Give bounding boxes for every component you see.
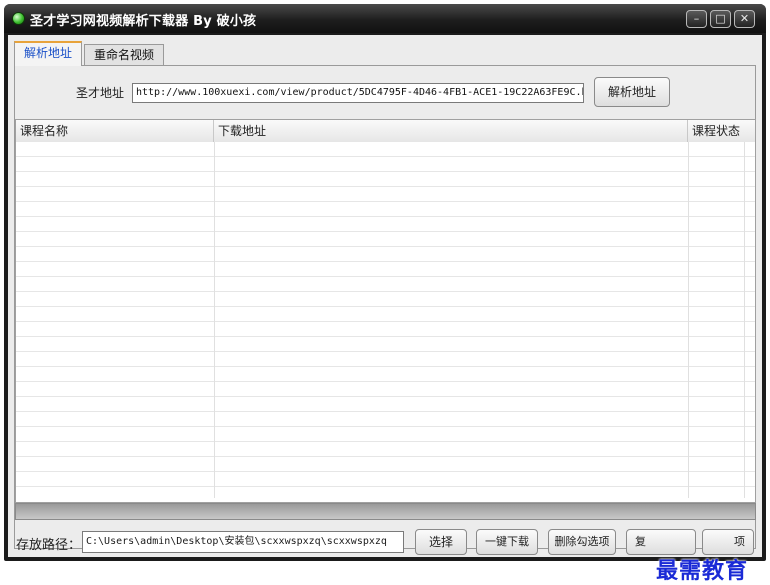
app-window: 圣才学习网视频解析下载器 By 破小孩 – □ ✕ 解析地址 重命名视频 圣才地…	[4, 4, 766, 584]
column-divider	[214, 142, 215, 498]
column-divider	[744, 142, 745, 498]
reset-button[interactable]: 复	[626, 529, 696, 555]
save-path-input[interactable]: C:\Users\admin\Desktop\安装包\scxxwspxzq\sc…	[82, 531, 404, 553]
title-bar[interactable]: 圣才学习网视频解析下载器 By 破小孩 – □ ✕	[4, 4, 766, 33]
column-header-download-url[interactable]: 下载地址	[214, 120, 688, 142]
url-label: 圣才地址	[76, 86, 125, 100]
window-title: 圣才学习网视频解析下载器 By 破小孩	[30, 14, 257, 29]
maximize-button[interactable]: □	[710, 10, 731, 28]
horizontal-scrollbar[interactable]	[15, 503, 756, 520]
minimize-button[interactable]: –	[686, 10, 707, 28]
parse-address-button[interactable]: 解析地址	[594, 77, 670, 107]
column-header-course-name[interactable]: 课程名称	[16, 120, 214, 142]
table-header: 课程名称 下载地址 课程状态	[16, 120, 755, 143]
select-folder-button[interactable]: 选择	[415, 529, 467, 555]
table-rows-empty	[16, 142, 755, 498]
watermark-text: 最需教育	[656, 558, 749, 584]
column-header-course-status[interactable]: 课程状态	[688, 120, 755, 142]
course-table[interactable]: 课程名称 下载地址 课程状态	[15, 119, 756, 503]
tab-parse-address[interactable]: 解析地址	[14, 41, 82, 66]
save-path-label: 存放路径：	[16, 538, 82, 553]
delete-checked-button[interactable]: 删除勾选项	[548, 529, 616, 555]
download-all-button[interactable]: 一键下载	[476, 529, 538, 555]
window-client-area: 解析地址 重命名视频 圣才地址 http://www.100xuexi.com/…	[8, 35, 762, 584]
app-icon	[12, 12, 25, 25]
column-divider	[688, 142, 689, 498]
tab-rename-video[interactable]: 重命名视频	[84, 44, 164, 66]
url-input[interactable]: http://www.100xuexi.com/view/product/5DC…	[132, 83, 584, 103]
close-button[interactable]: ✕	[734, 10, 755, 28]
extra-button[interactable]: 项	[702, 529, 754, 555]
